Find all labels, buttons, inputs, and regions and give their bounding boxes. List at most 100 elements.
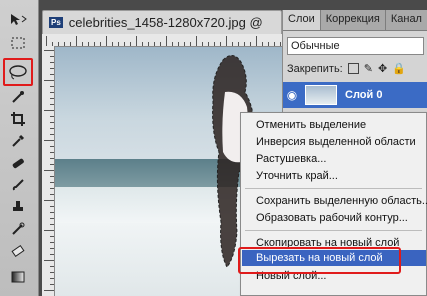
healing-brush-tool-icon[interactable] (6, 152, 30, 174)
ruler-tick (50, 218, 54, 219)
ruler-tick (50, 182, 54, 183)
ruler-tick (136, 36, 137, 46)
ruler-tick (44, 260, 54, 261)
ruler-tick (118, 42, 119, 46)
ruler-tick (70, 42, 71, 46)
lock-label: Закрепить: (287, 62, 343, 75)
ruler-tick (94, 42, 95, 46)
marquee-tool-icon[interactable] (6, 32, 30, 54)
ruler-tick (50, 272, 54, 273)
lock-row: Закрепить: ✎ ✥ 🔒 (287, 62, 424, 76)
ruler-tick (50, 74, 54, 75)
ruler-tick (44, 110, 54, 111)
ruler-tick (178, 42, 179, 46)
ruler-tick (44, 230, 54, 231)
ruler-tick (124, 42, 125, 46)
clone-stamp-tool-icon[interactable] (6, 196, 30, 218)
lasso-tool-icon[interactable] (3, 58, 33, 86)
ruler-tick (148, 42, 149, 46)
ruler-tick (262, 42, 263, 46)
ruler-tick (44, 200, 54, 201)
menu-item-feather[interactable]: Растушевка... (256, 153, 326, 165)
visibility-eye-icon[interactable]: ◉ (283, 88, 301, 102)
ruler-tick (268, 42, 269, 46)
ruler-tick (50, 278, 54, 279)
ruler-tick (50, 266, 54, 267)
ruler-tick (50, 284, 54, 285)
ruler-tick (50, 158, 54, 159)
ruler-tick (50, 224, 54, 225)
ruler-tick (50, 68, 54, 69)
gradient-tool-icon[interactable] (6, 266, 30, 288)
ruler-tick (50, 134, 54, 135)
layers-panel: Слои Коррекция Канал Обычные Закрепить: … (282, 10, 427, 115)
ruler-tick (46, 36, 47, 46)
ruler-tick (50, 122, 54, 123)
ruler-tick (166, 36, 167, 46)
eraser-tool-icon[interactable] (6, 240, 30, 262)
ruler-tick (50, 116, 54, 117)
ruler-tick (50, 254, 54, 255)
ruler-tick (50, 56, 54, 57)
ruler-tick (88, 42, 89, 46)
ruler-tick (50, 212, 54, 213)
brush-tool-icon[interactable] (6, 174, 30, 196)
ruler-tick (50, 242, 54, 243)
ruler-tick (154, 42, 155, 46)
menu-item-save-selection[interactable]: Сохранить выделенную область... (256, 195, 427, 207)
crop-tool-icon[interactable] (6, 108, 30, 130)
ruler-tick (50, 152, 54, 153)
lock-brush-icon[interactable]: ✎ (364, 62, 373, 75)
ruler-tick (50, 128, 54, 129)
ruler-tick (112, 42, 113, 46)
document-tab[interactable]: Ps celebrities_1458-1280x720.jpg @ (42, 10, 282, 34)
ruler-tick (244, 42, 245, 46)
move-tool-icon[interactable] (6, 8, 30, 30)
ruler-tick (208, 42, 209, 46)
ruler-tick (44, 50, 54, 51)
ruler-tick (50, 98, 54, 99)
tab-adjustments[interactable]: Коррекция (321, 10, 386, 30)
menu-item-deselect[interactable]: Отменить выделение (256, 119, 366, 131)
ruler-tick (142, 42, 143, 46)
ruler-tick (50, 248, 54, 249)
lock-move-icon[interactable]: ✥ (378, 62, 387, 75)
ruler-vertical (42, 46, 55, 296)
ruler-tick (50, 104, 54, 105)
blend-mode-select[interactable]: Обычные (287, 37, 424, 55)
ruler-tick (50, 86, 54, 87)
eyedropper-tool-icon[interactable] (6, 130, 30, 152)
menu-item-refine-edge[interactable]: Уточнить край... (256, 170, 338, 182)
ruler-tick (82, 42, 83, 46)
ruler-tick (44, 290, 54, 291)
ruler-tick (64, 42, 65, 46)
layer-thumbnail (305, 85, 337, 105)
panel-tabs: Слои Коррекция Канал (283, 10, 427, 31)
ruler-horizontal (42, 34, 282, 47)
document-title: celebrities_1458-1280x720.jpg @ (68, 15, 263, 30)
ruler-tick (44, 170, 54, 171)
history-brush-tool-icon[interactable] (6, 218, 30, 240)
ruler-tick (172, 42, 173, 46)
tab-channels[interactable]: Канал (386, 10, 427, 30)
ruler-tick (130, 42, 131, 46)
menu-item-make-work-path[interactable]: Образовать рабочий контур... (256, 212, 408, 224)
tools-panel (0, 0, 39, 296)
ruler-tick (214, 42, 215, 46)
menu-item-inverse[interactable]: Инверсия выделенной области (256, 136, 416, 148)
ruler-tick (280, 42, 281, 46)
layer-name: Слой 0 (345, 89, 383, 101)
ruler-tick (50, 164, 54, 165)
magic-wand-tool-icon[interactable] (6, 86, 30, 108)
ruler-tick (50, 176, 54, 177)
ruler-tick (106, 36, 107, 46)
layer-row[interactable]: ◉ Слой 0 (283, 82, 427, 108)
lock-transparency-icon[interactable] (347, 63, 359, 74)
ruler-tick (76, 36, 77, 46)
ruler-tick (250, 42, 251, 46)
lock-all-icon[interactable]: 🔒 (392, 62, 406, 75)
tab-layers[interactable]: Слои (283, 10, 321, 30)
ruler-tick (50, 62, 54, 63)
menu-separator (245, 230, 422, 231)
ruler-tick (238, 42, 239, 46)
